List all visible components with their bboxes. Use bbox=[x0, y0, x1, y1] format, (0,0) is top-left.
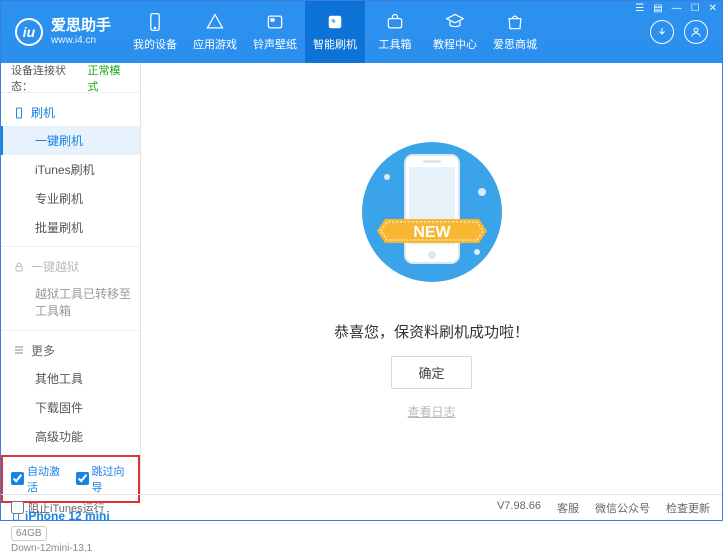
status-bar: 阻止iTunes运行 V7.98.66 客服 微信公众号 检查更新 bbox=[1, 494, 722, 520]
toolbox-icon bbox=[385, 12, 405, 32]
wallpaper-icon bbox=[265, 12, 285, 32]
view-log-link[interactable]: 查看日志 bbox=[407, 403, 455, 420]
nav-ringtones[interactable]: 铃声壁纸 bbox=[245, 1, 305, 63]
sidebar-head-label: 刷机 bbox=[31, 104, 55, 121]
logo-icon: iu bbox=[15, 18, 43, 46]
nav-label: 爱思商城 bbox=[493, 36, 537, 52]
sidebar-item-oneclick[interactable]: 一键刷机 bbox=[1, 126, 140, 155]
nav-apps[interactable]: 应用游戏 bbox=[185, 1, 245, 63]
close-icon[interactable]: ✕ bbox=[705, 2, 721, 15]
sidebar-head-label: 一键越狱 bbox=[31, 258, 79, 275]
sidebar-item-pro[interactable]: 专业刷机 bbox=[1, 184, 140, 213]
check-update-link[interactable]: 检查更新 bbox=[666, 500, 710, 516]
nav-toolbox[interactable]: 工具箱 bbox=[365, 1, 425, 63]
checkbox-label: 阻止iTunes运行 bbox=[28, 500, 105, 516]
tutorial-icon bbox=[445, 12, 465, 32]
svg-text:NEW: NEW bbox=[413, 224, 451, 241]
sidebar-item-itunes[interactable]: iTunes刷机 bbox=[1, 155, 140, 184]
device-icon bbox=[145, 12, 165, 32]
download-circle-icon[interactable] bbox=[650, 20, 674, 44]
version-label: V7.98.66 bbox=[497, 500, 541, 516]
conn-label: 设备连接状态： bbox=[11, 62, 85, 94]
store-icon bbox=[505, 12, 525, 32]
flash-icon bbox=[325, 12, 345, 32]
brand: iu 爱思助手 www.i4.cn bbox=[1, 17, 125, 47]
out-icon[interactable]: ▤ bbox=[649, 2, 666, 15]
sidebar-item-firmware[interactable]: 下载固件 bbox=[1, 393, 140, 422]
nav-label: 应用游戏 bbox=[193, 36, 237, 52]
conn-value: 正常模式 bbox=[87, 62, 130, 94]
menu-icon[interactable]: ☰ bbox=[631, 2, 648, 15]
minimize-icon[interactable]: — bbox=[668, 2, 686, 15]
nav-tutorials[interactable]: 教程中心 bbox=[425, 1, 485, 63]
support-link[interactable]: 客服 bbox=[557, 500, 579, 516]
app-header: iu 爱思助手 www.i4.cn 我的设备 应用游戏 铃声壁纸 智能刷机 工具… bbox=[1, 1, 722, 63]
nav-label: 智能刷机 bbox=[313, 36, 357, 52]
sidebar: 设备连接状态： 正常模式 刷机 一键刷机 iTunes刷机 专业刷机 批量刷机 … bbox=[1, 63, 141, 494]
success-illustration: NEW bbox=[357, 137, 507, 307]
skip-guide-checkbox[interactable]: 跳过向导 bbox=[76, 463, 131, 495]
sidebar-head-jailbreak[interactable]: 一键越狱 bbox=[1, 253, 140, 280]
apps-icon bbox=[205, 12, 225, 32]
maximize-icon[interactable]: ☐ bbox=[687, 2, 704, 15]
ok-button[interactable]: 确定 bbox=[391, 356, 471, 389]
auto-activate-checkbox[interactable]: 自动激活 bbox=[11, 463, 66, 495]
nav-flash[interactable]: 智能刷机 bbox=[305, 1, 365, 63]
sidebar-item-other[interactable]: 其他工具 bbox=[1, 364, 140, 393]
device-profile: Down-12mini-13,1 bbox=[11, 543, 130, 554]
top-nav: 我的设备 应用游戏 铃声壁纸 智能刷机 工具箱 教程中心 爱思商城 bbox=[125, 1, 636, 63]
sidebar-head-more[interactable]: 更多 bbox=[1, 337, 140, 364]
app-title: 爱思助手 bbox=[51, 17, 111, 35]
nav-label: 铃声壁纸 bbox=[253, 36, 297, 52]
app-url: www.i4.cn bbox=[51, 35, 111, 47]
sidebar-item-jailbreak-note: 越狱工具已转移至 工具箱 bbox=[1, 280, 140, 326]
nav-label: 教程中心 bbox=[433, 36, 477, 52]
sidebar-head-flash[interactable]: 刷机 bbox=[1, 99, 140, 126]
user-circle-icon[interactable] bbox=[684, 20, 708, 44]
main-panel: NEW 恭喜您，保资料刷机成功啦！ 确定 查看日志 bbox=[141, 63, 722, 494]
sidebar-item-advanced[interactable]: 高级功能 bbox=[1, 422, 140, 451]
checkbox-label: 跳过向导 bbox=[92, 463, 131, 495]
sidebar-head-label: 更多 bbox=[31, 342, 55, 359]
sidebar-item-batch[interactable]: 批量刷机 bbox=[1, 213, 140, 242]
nav-label: 我的设备 bbox=[133, 36, 177, 52]
phone-icon bbox=[13, 107, 25, 119]
list-icon bbox=[13, 344, 25, 356]
block-itunes-checkbox[interactable]: 阻止iTunes运行 bbox=[11, 500, 105, 516]
success-message: 恭喜您，保资料刷机成功啦！ bbox=[334, 321, 529, 342]
nav-my-device[interactable]: 我的设备 bbox=[125, 1, 185, 63]
checkbox-label: 自动激活 bbox=[27, 463, 66, 495]
nav-label: 工具箱 bbox=[379, 36, 412, 52]
device-storage: 64GB bbox=[11, 526, 47, 541]
wechat-link[interactable]: 微信公众号 bbox=[595, 500, 650, 516]
connection-status: 设备连接状态： 正常模式 bbox=[1, 63, 140, 93]
nav-store[interactable]: 爱思商城 bbox=[485, 1, 545, 63]
lock-icon bbox=[13, 261, 25, 273]
